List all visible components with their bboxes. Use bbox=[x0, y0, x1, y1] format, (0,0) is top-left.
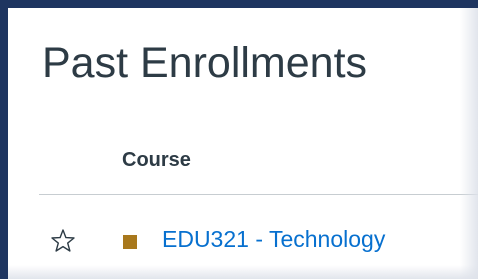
course-link[interactable]: EDU321 - Technology bbox=[162, 226, 385, 254]
table-divider bbox=[39, 194, 478, 195]
column-header-course: Course bbox=[122, 149, 191, 171]
table-row: EDU321 - Technology bbox=[8, 220, 478, 260]
window-frame: Past Enrollments Course EDU321 - Technol… bbox=[0, 0, 478, 279]
course-color-swatch bbox=[123, 235, 137, 249]
star-outline-icon-graphic bbox=[51, 229, 75, 252]
star-outline-icon[interactable] bbox=[50, 228, 76, 254]
page-title: Past Enrollments bbox=[42, 39, 368, 87]
